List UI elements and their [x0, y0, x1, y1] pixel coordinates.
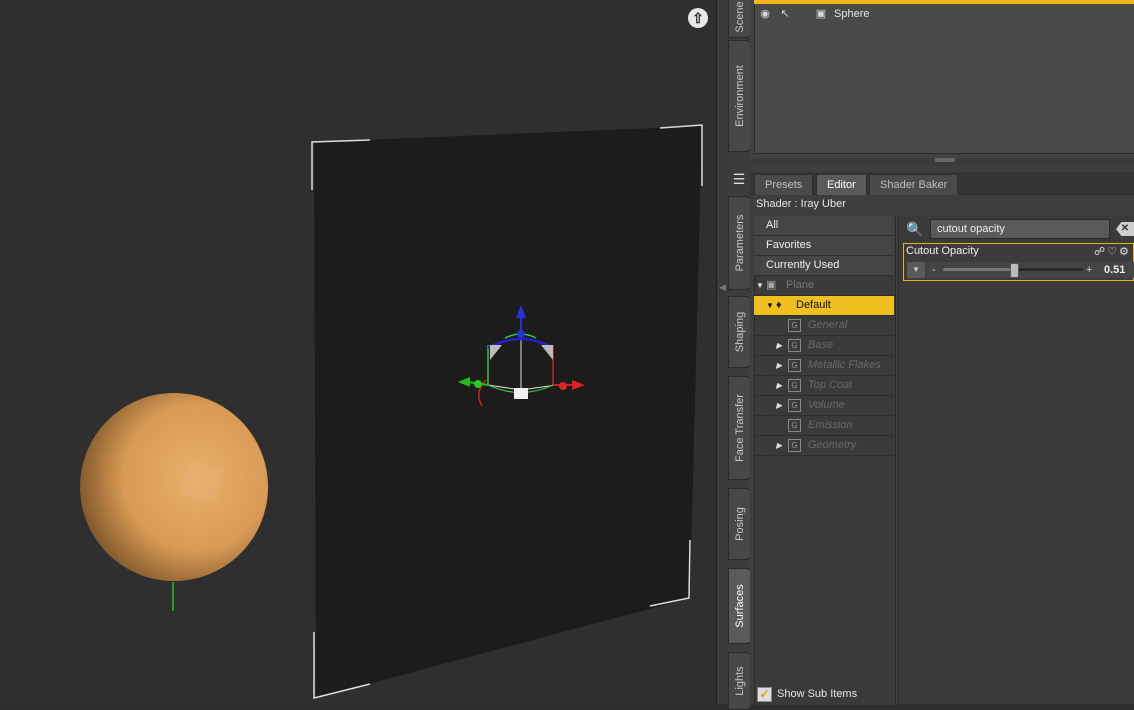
side-tab-label: Parameters	[734, 214, 746, 272]
up-arrow-icon[interactable]: ⇧	[688, 8, 708, 28]
expand-triangle-icon[interactable]: ▼	[756, 276, 764, 295]
tree-group-label: Top Coat	[808, 379, 853, 391]
side-tab-strip: Scene Environment Parameters Shaping Fac…	[728, 0, 752, 710]
property-value[interactable]: 0.51	[1104, 262, 1125, 278]
tab-editor[interactable]: Editor	[816, 174, 867, 195]
group-icon: G	[788, 339, 801, 352]
pane-menu-icon[interactable]: ☰	[731, 170, 747, 188]
tab-presets[interactable]: Presets	[754, 174, 814, 195]
expand-triangle-icon[interactable]: ▶	[776, 336, 782, 355]
favorite-heart-icon[interactable]: ♡	[1107, 246, 1119, 258]
gear-icon[interactable]: ⚙	[1119, 246, 1131, 258]
property-expand-button[interactable]: ▼	[907, 262, 925, 278]
slider-increment-button[interactable]: +	[1086, 262, 1092, 278]
shader-label: Shader : Iray Uber	[756, 198, 846, 210]
side-tab-label: Scene	[734, 1, 746, 33]
group-icon: G	[788, 319, 801, 332]
tree-group-label: Emission	[808, 419, 853, 431]
show-sub-items-label: Show Sub Items	[777, 688, 858, 700]
link-icon[interactable]: ☍	[1094, 246, 1107, 258]
tree-node-plane[interactable]: ▼ ▣ Plane	[754, 276, 894, 296]
tree-node-label: Plane	[786, 279, 815, 291]
expand-triangle-icon[interactable]: ▶	[776, 356, 782, 375]
tree-node-default[interactable]: ▼ ♦ Default	[754, 296, 894, 316]
property-panel	[898, 216, 1134, 704]
category-label: Favorites	[766, 239, 812, 251]
group-icon: G	[788, 439, 801, 452]
side-tab-surfaces[interactable]: Surfaces	[728, 568, 752, 644]
group-icon: G	[788, 359, 801, 372]
side-tab-label: Environment	[734, 65, 746, 127]
tree-group-label: General	[808, 319, 848, 331]
category-favorites[interactable]: Favorites	[754, 236, 894, 256]
3d-viewport[interactable]	[0, 0, 716, 704]
eye-icon[interactable]: ◉	[758, 7, 772, 21]
scene-item-sphere[interactable]: ◉ ↖ ▣ Sphere	[758, 6, 869, 22]
side-tab-label: Shaping	[734, 311, 746, 353]
slider-decrement-button[interactable]: -	[932, 262, 936, 278]
tree-node-label: Default	[796, 299, 831, 311]
side-tab-shaping[interactable]: Shaping	[728, 296, 752, 368]
side-tab-face-transfer[interactable]: Face Transfer	[728, 376, 752, 480]
tree-group-metallic-flakes[interactable]: ▶ G Metallic Flakes	[754, 356, 894, 376]
plane-object	[314, 126, 702, 698]
splitter-grip[interactable]	[935, 158, 955, 162]
select-cursor-icon[interactable]: ↖	[778, 7, 792, 21]
group-icon: G	[788, 419, 801, 432]
category-label: Currently Used	[766, 259, 840, 271]
tree-group-label: Volume	[808, 399, 845, 411]
property-name: Cutout Opacity	[906, 245, 979, 257]
property-filter-input[interactable]	[930, 219, 1110, 239]
side-tab-label: Lights	[734, 666, 746, 696]
scene-selected-row[interactable]	[754, 0, 1134, 4]
side-tab-lights[interactable]: Lights	[728, 652, 752, 710]
scene-item-label: Sphere	[834, 8, 870, 20]
object-cube-icon: ▣	[766, 279, 777, 291]
expand-triangle-icon[interactable]: ▶	[776, 436, 782, 455]
figure-cube-icon: ▣	[815, 8, 827, 20]
side-tab-parameters[interactable]: Parameters	[728, 196, 752, 290]
tree-group-emission[interactable]: G Emission	[754, 416, 894, 436]
side-tab-label: Surfaces	[734, 584, 746, 628]
show-sub-items-checkbox[interactable]: ✓	[757, 687, 772, 702]
category-label: All	[766, 219, 779, 231]
group-icon: G	[788, 399, 801, 412]
expand-triangle-icon[interactable]: ▼	[766, 296, 774, 315]
tab-label: Editor	[827, 179, 856, 191]
expand-triangle-icon[interactable]: ▶	[776, 376, 782, 395]
tree-group-general[interactable]: G General	[754, 316, 894, 336]
viewport-scene	[80, 124, 703, 699]
collapse-arrow-icon[interactable]: ◀	[719, 282, 726, 293]
tab-label: Presets	[765, 179, 803, 191]
tree-group-volume[interactable]: ▶ G Volume	[754, 396, 894, 416]
category-all[interactable]: All	[754, 216, 894, 236]
side-tab-label: Posing	[734, 507, 746, 541]
category-currently-used[interactable]: Currently Used	[754, 256, 894, 276]
material-icon: ♦	[776, 299, 782, 311]
side-tab-label: Face Transfer	[734, 394, 746, 462]
tree-group-base[interactable]: ▶ G Base	[754, 336, 894, 356]
tree-group-geometry[interactable]: ▶ G Geometry	[754, 436, 894, 456]
expand-triangle-icon[interactable]: ▶	[776, 396, 782, 415]
side-tab-environment[interactable]: Environment	[728, 40, 752, 152]
slider-fill	[943, 268, 1015, 271]
scene-list[interactable]	[754, 0, 1134, 154]
sphere-object	[80, 393, 268, 581]
slider-thumb[interactable]	[1010, 263, 1020, 278]
side-tab-posing[interactable]: Posing	[728, 488, 752, 560]
search-icon[interactable]: 🔍	[906, 221, 924, 239]
tree-group-top-coat[interactable]: ▶ G Top Coat	[754, 376, 894, 396]
tab-shader-baker[interactable]: Shader Baker	[869, 174, 959, 195]
property-icons: ☍♡⚙	[1094, 245, 1131, 258]
group-icon: G	[788, 379, 801, 392]
tree-group-label: Base	[808, 339, 834, 351]
tree-group-label: Metallic Flakes	[808, 359, 881, 371]
tree-group-label: Geometry	[808, 439, 857, 451]
tab-label: Shader Baker	[880, 179, 948, 191]
side-tab-scene[interactable]: Scene	[728, 0, 752, 38]
